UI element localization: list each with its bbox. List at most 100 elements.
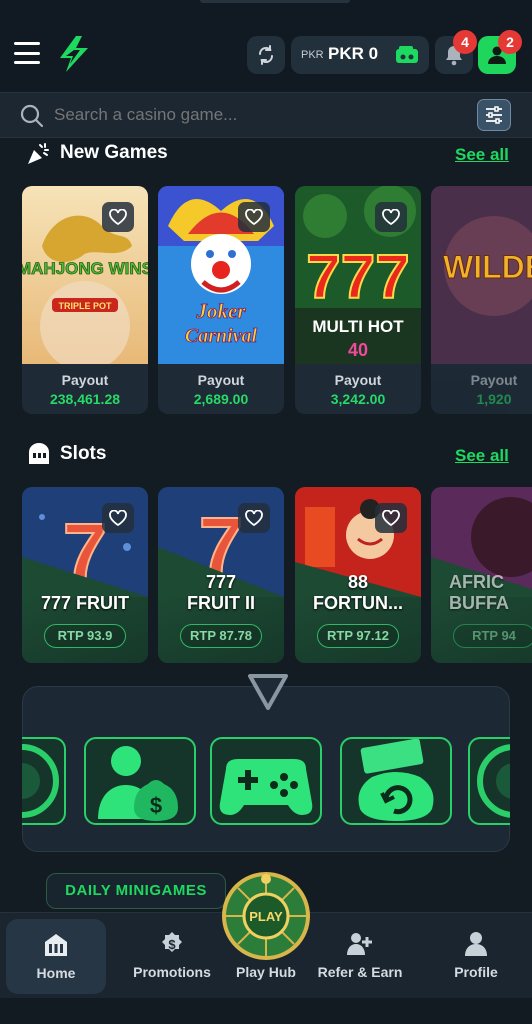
refresh-balance-button[interactable] — [247, 36, 285, 74]
svg-text:MULTI HOT: MULTI HOT — [312, 317, 404, 336]
new-games-see-all-link[interactable]: See all — [455, 145, 509, 165]
heart-icon — [245, 510, 263, 526]
search-bar — [0, 92, 532, 138]
payout-info: Payout 3,242.00 — [295, 364, 421, 414]
game-card-mahjong-wins[interactable]: MAHJONG WINS TRIPLE POT Payout 238,461.2… — [22, 186, 148, 414]
roulette-wheel-icon — [0, 744, 59, 818]
minigame-cash-person[interactable]: $ — [84, 737, 196, 825]
rtp-badge: RTP 93.9 — [44, 624, 126, 648]
profile-badge: 2 — [498, 30, 522, 54]
casino-home-screen: PKR PKR 0 4 2 New Games See all MAHJONG … — [0, 0, 532, 1024]
play-label: PLAY — [249, 909, 283, 924]
triangle-down-icon[interactable] — [247, 672, 289, 712]
currency-label: PKR — [301, 49, 324, 61]
refresh-icon — [258, 45, 274, 65]
nav-label: Profile — [454, 964, 498, 980]
svg-text:Carnival: Carnival — [185, 325, 258, 347]
system-bar — [0, 998, 532, 1024]
nav-profile[interactable]: Profile — [426, 913, 526, 999]
heart-icon — [382, 209, 400, 225]
payout-label: Payout — [334, 372, 382, 388]
slot-name: 88 FORTUN... — [313, 572, 403, 613]
slot-card-88-fortune[interactable]: 88 FORTUN... RTP 97.12 — [295, 487, 421, 663]
svg-text:40: 40 — [348, 340, 368, 360]
slot-card-777-fruit[interactable]: 7 777 FRUIT RTP 93.9 — [22, 487, 148, 663]
favorite-button[interactable] — [238, 202, 270, 232]
payout-info: Payout 1,920 — [431, 364, 532, 414]
payout-label: Payout — [197, 372, 245, 388]
svg-text:Joker: Joker — [196, 299, 247, 323]
svg-text:777: 777 — [306, 243, 409, 312]
notch-line — [200, 0, 350, 3]
home-icon — [45, 934, 67, 956]
slot-card-african-buffalo[interactable]: AFRIC BUFFA RTP 94 — [431, 487, 532, 663]
party-popper-icon — [28, 143, 49, 164]
search-input[interactable] — [54, 105, 434, 125]
slot-name: 777 FRUIT — [40, 593, 130, 613]
sliders-icon — [486, 106, 502, 124]
game-art: WILDE — [431, 186, 532, 364]
top-bar: PKR PKR 0 4 2 — [0, 0, 532, 92]
heart-icon — [382, 510, 400, 526]
roulette-wheel-icon — [477, 744, 532, 818]
heart-icon — [109, 209, 127, 225]
payout-value: 2,689.00 — [193, 391, 249, 407]
favorite-button[interactable] — [102, 503, 134, 533]
slot-name: AFRIC BUFFA — [449, 572, 509, 613]
nav-label: Play Hub — [236, 964, 296, 980]
favorite-button[interactable] — [102, 202, 134, 232]
add-users-icon — [347, 933, 372, 955]
wallet-icon — [396, 46, 418, 63]
wallet-balance[interactable]: PKR PKR 0 — [291, 36, 429, 74]
balance-amount: PKR 0 — [328, 44, 379, 63]
search-icon — [20, 104, 44, 128]
rtp-badge: RTP 97.12 — [317, 624, 399, 648]
nav-label: Home — [36, 965, 76, 981]
money-person-icon: $ — [98, 746, 178, 821]
menu-icon[interactable] — [14, 42, 40, 64]
minigame-roulette-right[interactable] — [468, 737, 532, 825]
filter-button[interactable] — [477, 99, 511, 131]
heart-icon — [109, 510, 127, 526]
heart-icon — [245, 209, 263, 225]
slots-title: Slots — [60, 443, 107, 464]
payout-value: 238,461.28 — [49, 391, 121, 407]
game-card-777-multi-hot[interactable]: 777 MULTI HOT 40 Payout 3,242.00 — [295, 186, 421, 414]
rtp-badge: RTP 87.78 — [180, 624, 262, 648]
user-icon — [465, 932, 487, 956]
payout-value: 3,242.00 — [330, 391, 386, 407]
gamepad-icon — [219, 759, 313, 815]
payout-info: Payout 2,689.00 — [158, 364, 284, 414]
svg-text:MAHJONG WINS: MAHJONG WINS — [22, 259, 148, 278]
payout-value: 1,920 — [476, 391, 512, 407]
game-card-wilde[interactable]: WILDE Payout 1,920 — [431, 186, 532, 414]
payout-info: Payout 238,461.28 — [22, 364, 148, 414]
new-games-title: New Games — [60, 142, 168, 163]
minigame-gamepad[interactable] — [210, 737, 322, 825]
nav-home[interactable]: Home — [6, 919, 106, 994]
logo-icon[interactable] — [54, 34, 94, 74]
svg-text:$: $ — [150, 793, 162, 818]
minigame-cash-bag[interactable] — [340, 737, 452, 825]
minigame-roulette-left[interactable] — [0, 737, 66, 825]
favorite-button[interactable] — [375, 503, 407, 533]
svg-text:WILDE: WILDE — [443, 249, 532, 285]
nav-label: Promotions — [133, 964, 211, 980]
daily-minigames-button[interactable]: DAILY MINIGAMES — [46, 873, 226, 909]
nav-promotions[interactable]: $ Promotions — [122, 913, 222, 999]
favorite-button[interactable] — [375, 202, 407, 232]
slots-see-all-link[interactable]: See all — [455, 446, 509, 466]
slot-machine-icon — [29, 443, 49, 464]
payout-label: Payout — [61, 372, 109, 388]
svg-text:TRIPLE POT: TRIPLE POT — [58, 301, 112, 311]
slot-card-777-fruit-ii[interactable]: 7 777 FRUIT II RTP 87.78 — [158, 487, 284, 663]
game-card-joker-carnival[interactable]: Joker Carnival Payout 2,689.00 — [158, 186, 284, 414]
notifications-badge: 4 — [453, 30, 477, 54]
slot-name: 777 FRUIT II — [187, 572, 255, 613]
nav-refer-earn[interactable]: Refer & Earn — [310, 913, 410, 999]
svg-text:$: $ — [168, 937, 176, 952]
payout-label: Payout — [470, 372, 518, 388]
favorite-button[interactable] — [238, 503, 270, 533]
play-wheel-button[interactable]: PLAY — [222, 872, 310, 960]
dollar-badge-icon: $ — [162, 932, 182, 952]
